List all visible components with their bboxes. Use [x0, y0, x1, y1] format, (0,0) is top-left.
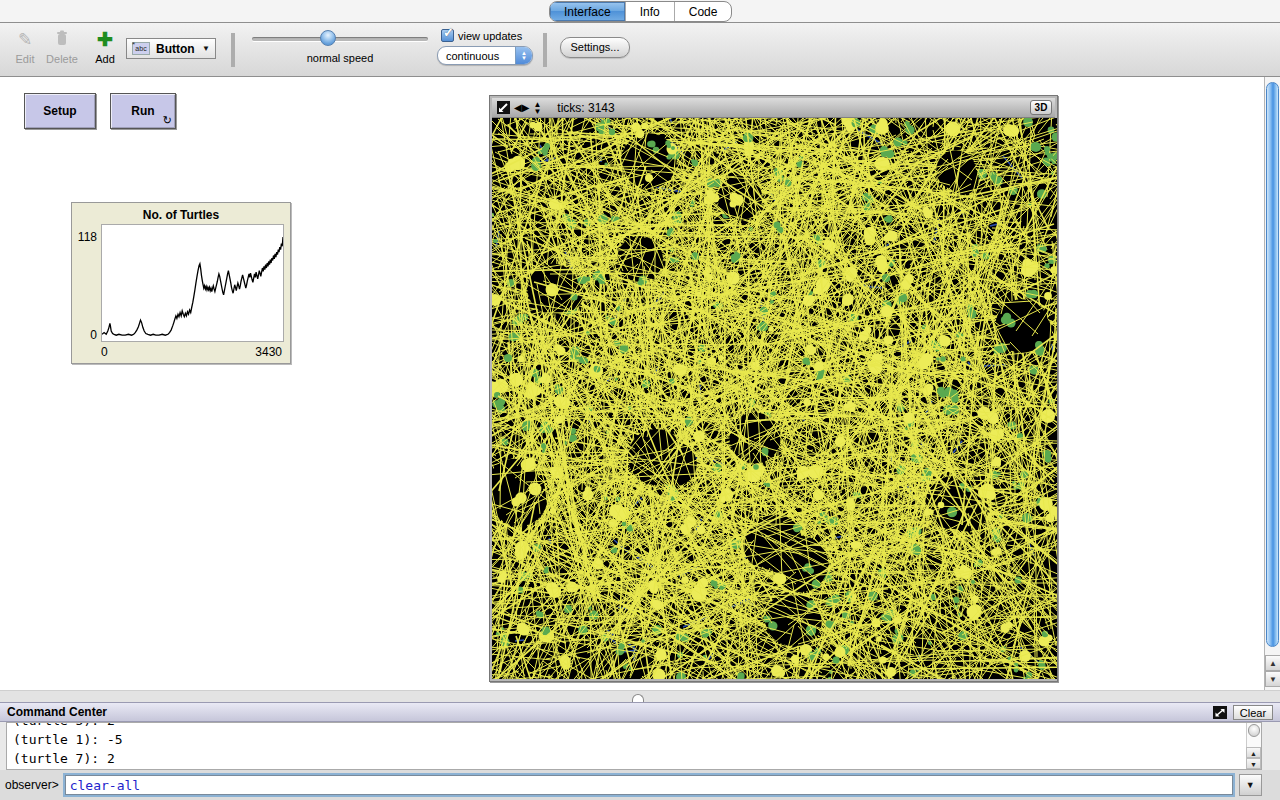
scroll-down-button[interactable]: ▼	[1265, 671, 1280, 687]
setup-button[interactable]: Setup	[24, 93, 96, 129]
ticks-counter: ticks: 3143	[557, 101, 614, 115]
output-scroll-down[interactable]: ▼	[1246, 758, 1261, 769]
plot-widget: No. of Turtles 118 0 0 3430	[71, 202, 291, 364]
run-button[interactable]: Run ↻	[110, 93, 176, 129]
tab-info[interactable]: Info	[626, 2, 675, 21]
clear-button[interactable]: Clear	[1233, 705, 1273, 720]
plot-xmax-label: 3430	[255, 345, 282, 359]
speed-slider-track[interactable]	[252, 37, 428, 41]
select-stepper-icon: ▲▼	[515, 46, 532, 65]
output-scroll-up[interactable]: ▲	[1246, 747, 1261, 758]
3d-button[interactable]: 3D	[1030, 100, 1052, 115]
plot-area	[101, 224, 284, 342]
world-canvas[interactable]	[492, 118, 1057, 679]
plot-ymin-label: 0	[90, 328, 97, 342]
speed-slider-thumb[interactable]	[320, 30, 336, 46]
command-input[interactable]: clear-all	[63, 773, 1235, 797]
scrollbar-thumb[interactable]	[1266, 82, 1279, 647]
widget-type-dropdown[interactable]: abc Button ▼	[126, 38, 216, 59]
watch-icon[interactable]	[497, 101, 510, 114]
interface-canvas: Setup Run ↻ No. of Turtles 118 0 0 3430 …	[0, 77, 1264, 690]
trash-icon	[45, 29, 79, 51]
main-vertical-scrollbar[interactable]: ▲ ▼	[1264, 77, 1280, 690]
toolbar: ✎ Edit Delete ✚ Add abc Button ▼ normal …	[0, 22, 1280, 77]
add-button[interactable]: ✚ Add	[88, 29, 122, 65]
splitter-handle[interactable]	[632, 694, 644, 702]
horizontal-arrows-icon[interactable]: ◀▶	[514, 102, 529, 113]
settings-button[interactable]: Settings...	[560, 37, 630, 58]
chevron-down-icon: ▼	[202, 44, 210, 53]
button-widget-icon: abc	[132, 42, 150, 55]
command-center-header: Command Center Clear	[0, 702, 1280, 722]
plot-ymax-label: 118	[78, 230, 97, 244]
forever-icon: ↻	[163, 114, 172, 127]
toolbar-separator	[231, 33, 235, 67]
command-center-title: Command Center	[7, 705, 1213, 719]
output-lines: (turtle 5): 2 (turtle 1): -5 (turtle 7):…	[13, 722, 123, 768]
plus-icon: ✚	[88, 29, 122, 51]
view-updates-checkbox[interactable]: view updates	[441, 29, 522, 42]
history-dropdown-button[interactable]: ▼	[1239, 774, 1262, 796]
tab-group: Interface Info Code	[549, 1, 732, 22]
output-scrollbar[interactable]: ▲ ▼	[1246, 723, 1261, 769]
pencil-icon: ✎	[8, 29, 42, 51]
speed-slider-label: normal speed	[252, 52, 428, 64]
scroll-up-button[interactable]: ▲	[1265, 655, 1280, 671]
output-scrollbar-thumb[interactable]	[1248, 724, 1260, 737]
delete-button[interactable]: Delete	[45, 29, 79, 65]
view-header: ◀▶ ▲▼ ticks: 3143 3D	[492, 98, 1055, 118]
update-mode-select[interactable]: continuous ▲▼	[437, 46, 533, 65]
tab-interface[interactable]: Interface	[550, 2, 626, 21]
splitter[interactable]	[0, 690, 1280, 702]
plot-xmin-label: 0	[101, 345, 108, 359]
expand-icon[interactable]	[1213, 706, 1227, 719]
plot-title: No. of Turtles	[72, 208, 290, 222]
toolbar-separator	[543, 33, 547, 67]
command-center-input-row: observer> clear-all ▼	[0, 770, 1280, 800]
command-center-output[interactable]: (turtle 5): 2 (turtle 1): -5 (turtle 7):…	[6, 722, 1262, 770]
edit-button[interactable]: ✎ Edit	[8, 29, 42, 65]
world-view-widget: ◀▶ ▲▼ ticks: 3143 3D	[489, 95, 1058, 682]
tab-strip: Interface Info Code	[0, 0, 1280, 22]
vertical-arrows-icon[interactable]: ▲▼	[533, 101, 541, 115]
observer-prompt: observer>	[0, 778, 63, 792]
checkbox-checked-icon[interactable]	[441, 29, 454, 42]
tab-code[interactable]: Code	[675, 2, 732, 21]
